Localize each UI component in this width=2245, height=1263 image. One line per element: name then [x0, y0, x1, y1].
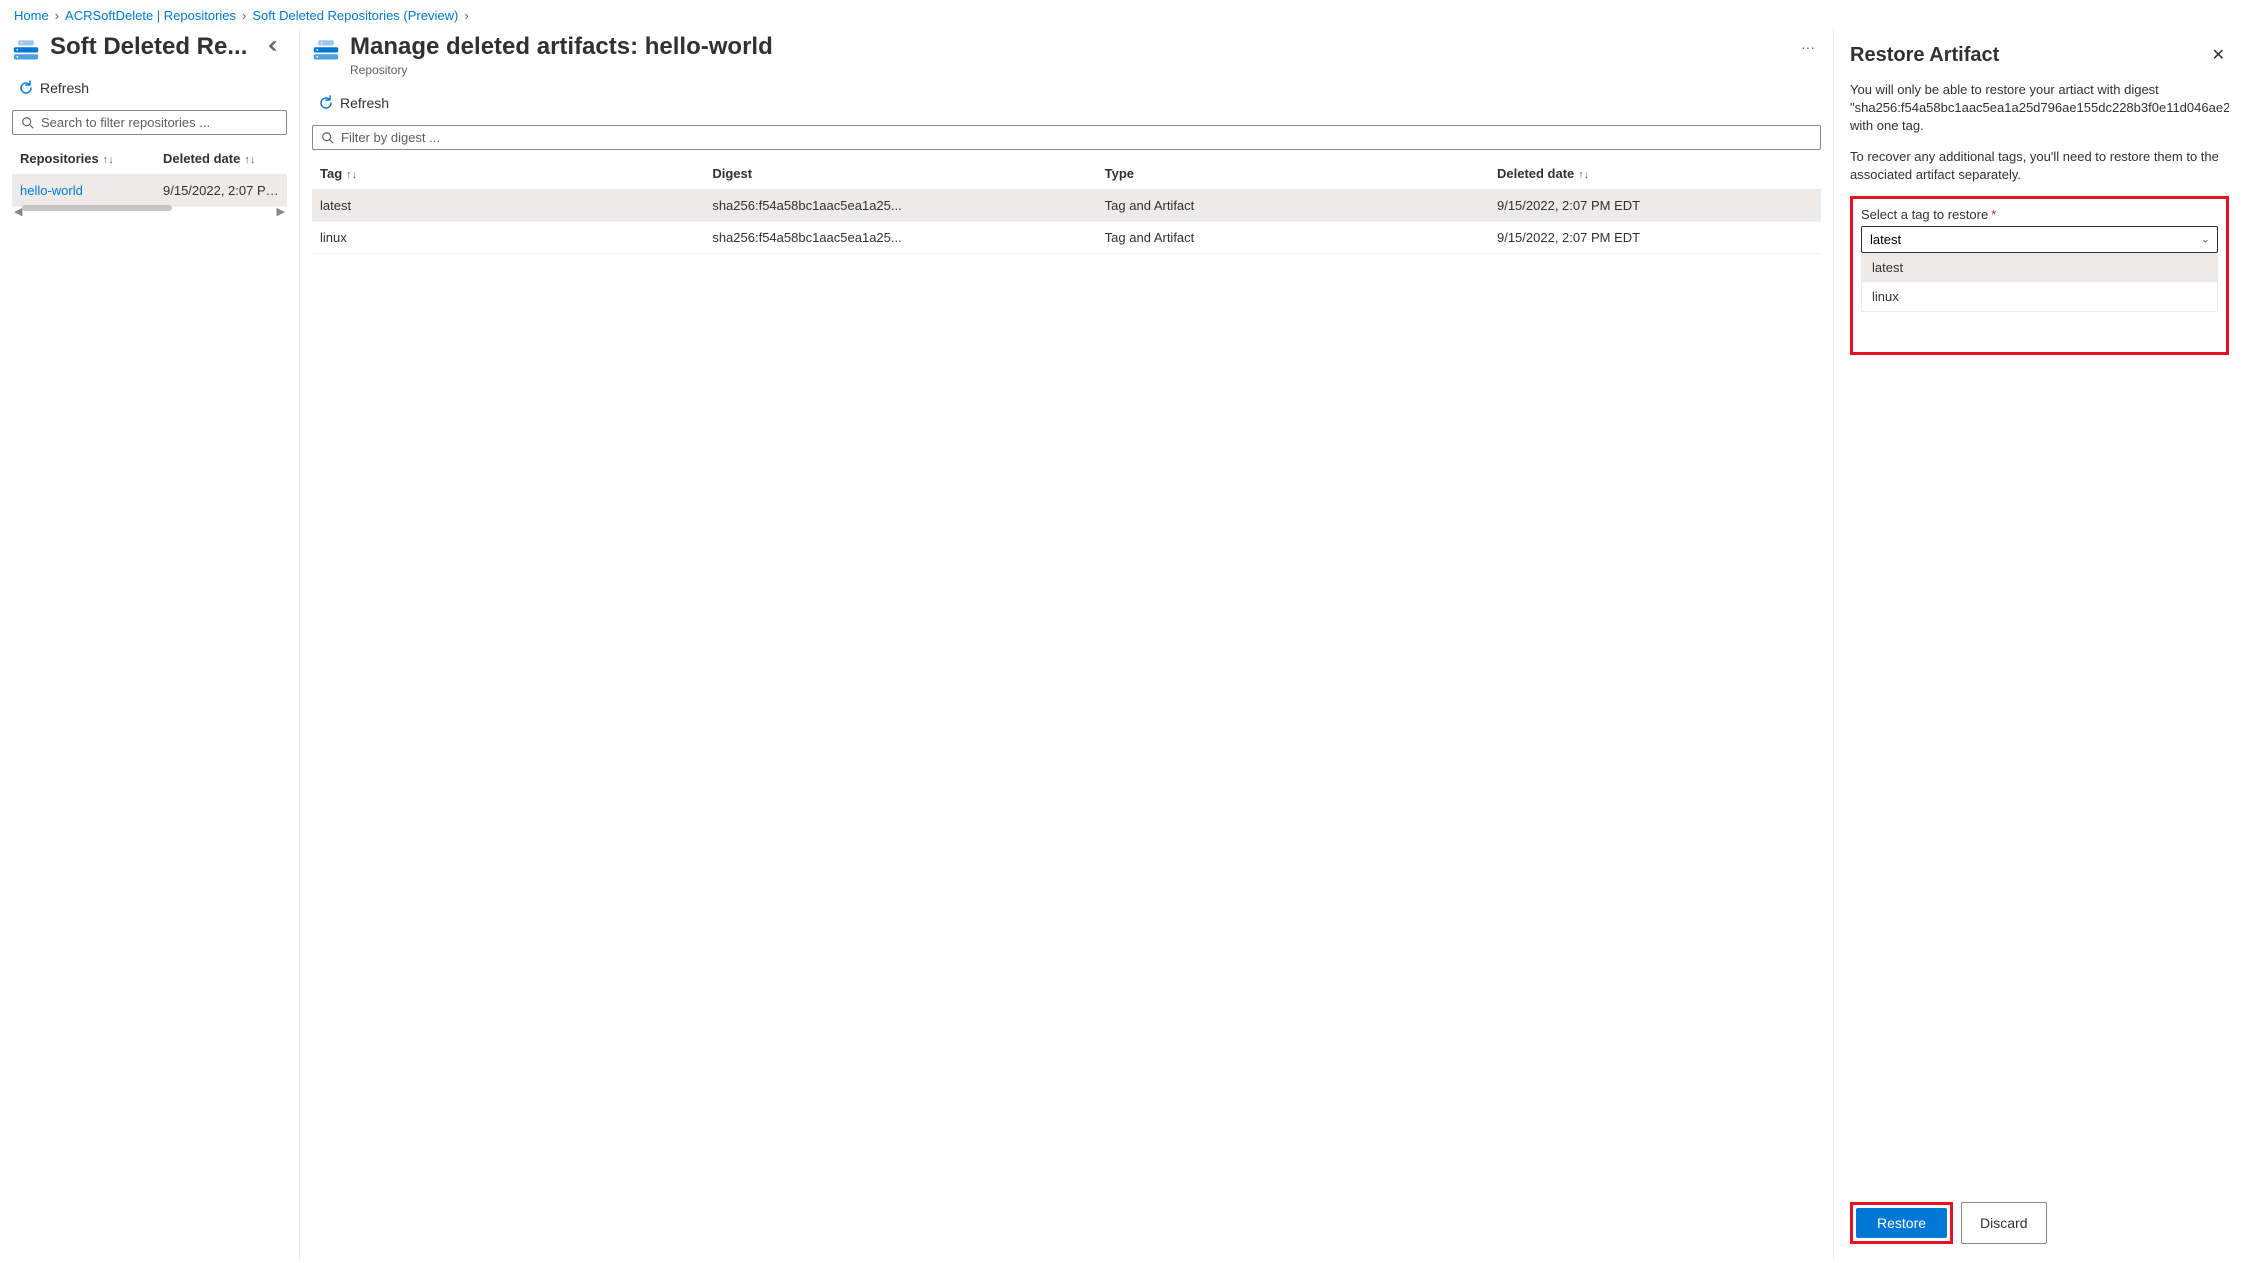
repo-deleted-cell: 9/15/2022, 2:07 PM E [155, 175, 287, 207]
breadcrumb-soft-deleted-repos[interactable]: Soft Deleted Repositories (Preview) [252, 8, 458, 23]
refresh-icon [18, 80, 34, 96]
artifacts-table: Tag↑↓ Digest Type Deleted date↑↓ latest … [312, 158, 1821, 254]
sort-icon: ↑↓ [1578, 169, 1589, 181]
tag-select-control[interactable]: latest [1861, 226, 2218, 253]
tag-select-value: latest [1870, 232, 1901, 247]
sidebar-refresh-button[interactable]: Refresh [16, 76, 91, 100]
table-row[interactable]: latest sha256:f54a58bc1aac5ea1a25... Tag… [312, 190, 1821, 222]
cell-deleted: 9/15/2022, 2:07 PM EDT [1489, 190, 1821, 222]
main-refresh-label: Refresh [340, 95, 389, 111]
refresh-icon [318, 95, 334, 111]
tag-select-label: Select a tag to restore* [1861, 207, 2218, 222]
sidebar-horizontal-scroll[interactable]: ◀ ▶ [12, 205, 287, 218]
chevron-right-icon: › [242, 8, 246, 23]
search-icon [21, 116, 35, 130]
page-title: Manage deleted artifacts: hello-world [350, 33, 1785, 61]
cell-type: Tag and Artifact [1097, 222, 1489, 254]
more-icon: ··· [1801, 39, 1815, 55]
tag-select-list: latest linux [1861, 253, 2218, 312]
container-registry-icon [312, 35, 340, 63]
tag-option-latest[interactable]: latest [1862, 253, 2217, 282]
container-registry-icon [12, 35, 40, 63]
restore-artifact-panel: Restore Artifact ✕ You will only be able… [1833, 29, 2245, 1260]
sidebar-search-input[interactable] [41, 115, 278, 130]
sort-icon: ↑↓ [103, 154, 114, 166]
flyout-title: Restore Artifact [1850, 44, 1999, 67]
main-filter[interactable] [312, 125, 1821, 150]
sidebar-title: Soft Deleted Re... [50, 33, 251, 61]
cell-deleted: 9/15/2022, 2:07 PM EDT [1489, 222, 1821, 254]
scroll-left-icon[interactable]: ◀ [14, 205, 22, 218]
sidebar-refresh-label: Refresh [40, 80, 89, 96]
sidebar-col-repositories[interactable]: Repositories↑↓ [12, 143, 155, 175]
col-digest[interactable]: Digest [704, 158, 1096, 190]
cell-type: Tag and Artifact [1097, 190, 1489, 222]
restore-button-highlight: Restore [1850, 1202, 1953, 1244]
sort-icon: ↑↓ [346, 169, 357, 181]
table-row[interactable]: hello-world 9/15/2022, 2:07 PM E [12, 175, 287, 207]
chevron-right-icon: › [55, 8, 59, 23]
breadcrumb-home[interactable]: Home [14, 8, 49, 23]
cell-tag: latest [312, 190, 704, 222]
main-refresh-button[interactable]: Refresh [316, 91, 391, 115]
cell-digest: sha256:f54a58bc1aac5ea1a25... [704, 222, 1096, 254]
repo-name-cell[interactable]: hello-world [12, 175, 155, 207]
sidebar-repo-table: Repositories↑↓ Deleted date↑↓ hello-worl… [12, 143, 287, 207]
close-flyout-button[interactable]: ✕ [2208, 41, 2229, 69]
col-deleted-date[interactable]: Deleted date↑↓ [1489, 158, 1821, 190]
sidebar-search[interactable] [12, 110, 287, 135]
tag-option-linux[interactable]: linux [1862, 282, 2217, 311]
sidebar-col-deleted-date[interactable]: Deleted date↑↓ [155, 143, 287, 175]
cell-digest: sha256:f54a58bc1aac5ea1a25... [704, 190, 1096, 222]
table-row[interactable]: linux sha256:f54a58bc1aac5ea1a25... Tag … [312, 222, 1821, 254]
sidebar: Soft Deleted Re... Refresh [0, 29, 300, 1260]
sort-icon: ↑↓ [244, 154, 255, 166]
discard-button[interactable]: Discard [1961, 1202, 2046, 1244]
collapse-sidebar-button[interactable] [261, 33, 287, 62]
flyout-description-2: To recover any additional tags, you'll n… [1850, 148, 2229, 184]
more-actions-button[interactable]: ··· [1795, 33, 1821, 61]
main-content: Manage deleted artifacts: hello-world Re… [300, 29, 1833, 1260]
scroll-thumb[interactable] [22, 205, 172, 211]
tag-select-dropdown[interactable]: latest ⌄ [1861, 226, 2218, 253]
cell-tag: linux [312, 222, 704, 254]
flyout-description-1: You will only be able to restore your ar… [1850, 81, 2229, 136]
col-type[interactable]: Type [1097, 158, 1489, 190]
tag-select-highlight: Select a tag to restore* latest ⌄ latest… [1850, 196, 2229, 355]
breadcrumb-acr-soft-delete[interactable]: ACRSoftDelete | Repositories [65, 8, 236, 23]
page-subtitle: Repository [350, 63, 1785, 77]
scroll-right-icon[interactable]: ▶ [277, 205, 285, 218]
chevron-right-icon: › [464, 8, 468, 23]
search-icon [321, 131, 335, 145]
col-tag[interactable]: Tag↑↓ [312, 158, 704, 190]
close-icon: ✕ [2212, 47, 2225, 64]
restore-button[interactable]: Restore [1856, 1208, 1947, 1238]
required-indicator: * [1991, 207, 1996, 222]
main-filter-input[interactable] [341, 130, 1812, 145]
breadcrumb: Home › ACRSoftDelete | Repositories › So… [0, 0, 2245, 29]
